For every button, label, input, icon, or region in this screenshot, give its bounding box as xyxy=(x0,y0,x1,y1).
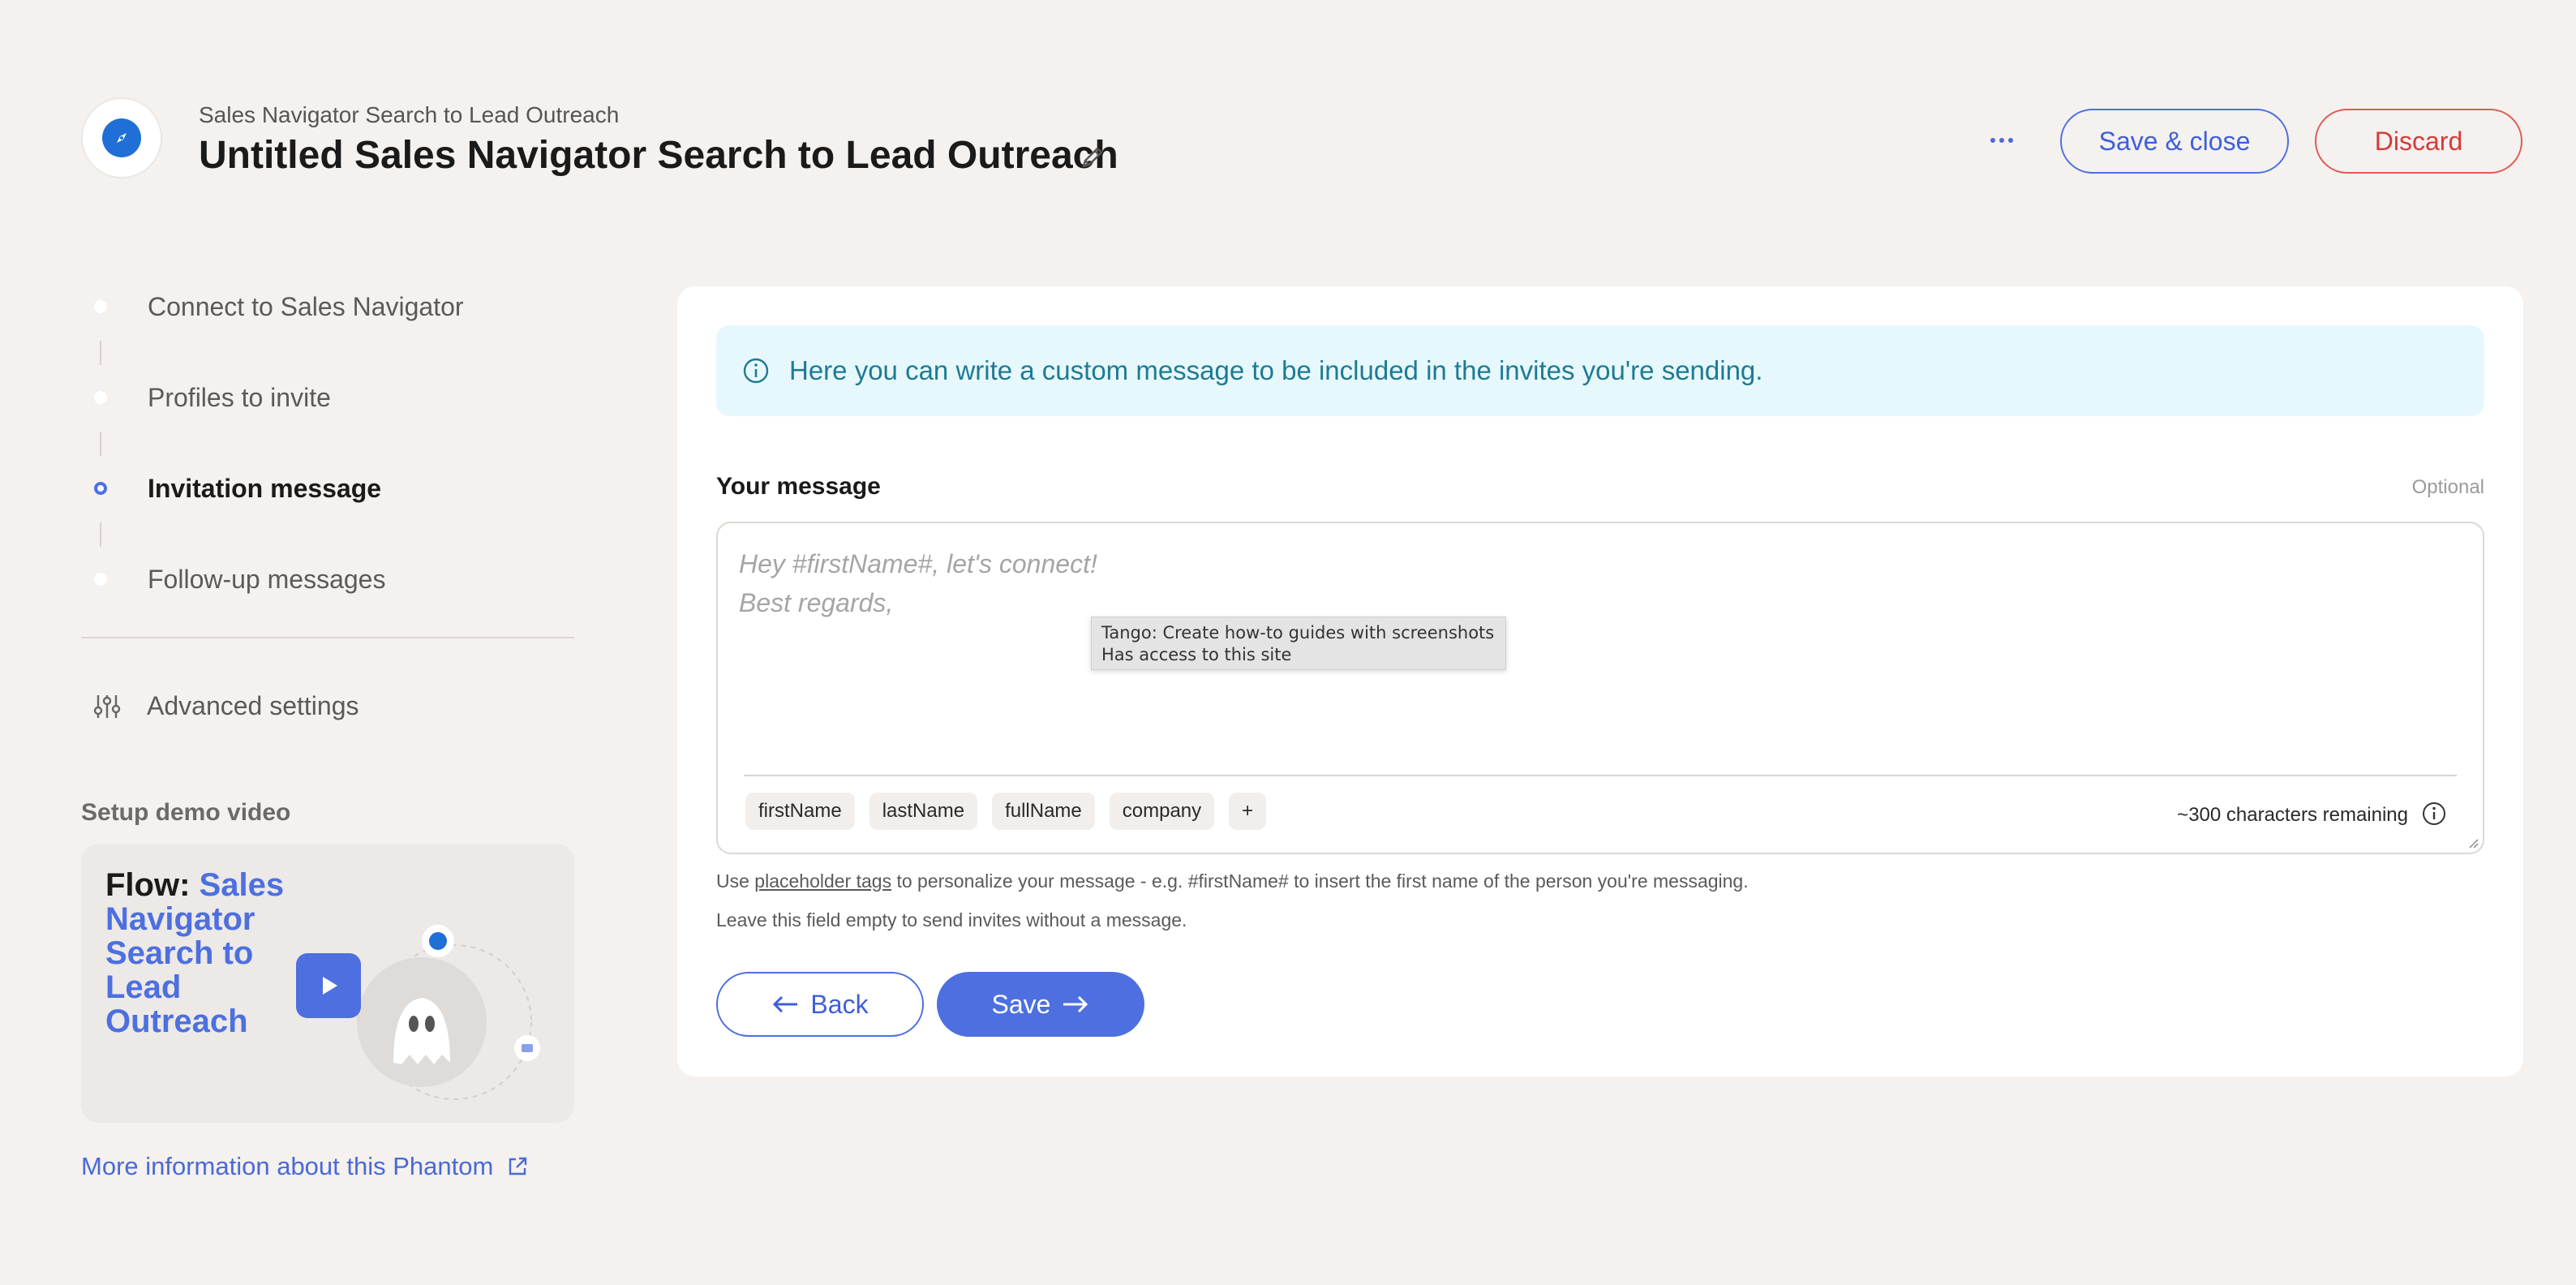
step-dot xyxy=(94,300,107,313)
tag-lastname[interactable]: lastName xyxy=(869,793,978,830)
extension-tooltip: Tango: Create how-to guides with screens… xyxy=(1091,617,1506,670)
step-label: Invitation message xyxy=(148,473,382,503)
step-label: Follow-up messages xyxy=(148,564,386,594)
sliders-icon xyxy=(93,694,121,718)
step-dot xyxy=(94,391,107,404)
tag-company[interactable]: company xyxy=(1109,793,1215,830)
external-link-icon xyxy=(509,1157,527,1175)
demo-video-card[interactable]: Flow: Sales Navigator Search to Lead Out… xyxy=(81,844,574,1123)
more-info-link[interactable]: More information about this Phantom xyxy=(81,1152,529,1181)
save-close-button[interactable]: Save & close xyxy=(2060,109,2289,174)
arrow-right-icon xyxy=(1063,995,1088,1013)
save-label: Save xyxy=(991,989,1051,1019)
arrow-left-icon xyxy=(773,995,798,1013)
optional-label: Optional xyxy=(2411,476,2484,498)
help-text: Use placeholder tags to personalize your… xyxy=(716,870,1749,892)
more-dot xyxy=(1999,138,2004,143)
compass-icon xyxy=(102,118,141,157)
step-connector xyxy=(100,522,101,547)
more-dot xyxy=(2008,138,2013,143)
step-label: Connect to Sales Navigator xyxy=(148,291,464,321)
page-subtitle: Sales Navigator Search to Lead Outreach xyxy=(199,102,620,127)
back-label: Back xyxy=(810,989,869,1019)
ghost-illustration xyxy=(357,925,540,1100)
advanced-settings-link[interactable]: Advanced settings xyxy=(93,691,359,721)
placeholder-tags: firstName lastName fullName company + xyxy=(745,793,1267,830)
step-connector xyxy=(100,341,101,365)
tag-firstname[interactable]: firstName xyxy=(745,793,855,830)
info-icon xyxy=(743,358,769,384)
play-icon xyxy=(323,977,337,995)
demo-video-text: Flow: Sales Navigator Search to Lead Out… xyxy=(105,868,316,1038)
back-button[interactable]: Back xyxy=(716,972,924,1037)
play-button[interactable] xyxy=(296,953,361,1018)
message-field-label: Your message xyxy=(716,473,881,500)
page: Sales Navigator Search to Lead Outreach … xyxy=(0,0,2576,1285)
info-banner: Here you can write a custom message to b… xyxy=(716,325,2484,416)
step-connector xyxy=(100,432,101,456)
tooltip-line2: Has access to this site xyxy=(1101,645,1292,664)
sidebar-divider xyxy=(81,637,574,638)
info-icon[interactable] xyxy=(2421,801,2447,827)
save-button[interactable]: Save xyxy=(937,972,1144,1037)
textarea-divider xyxy=(744,775,2457,776)
placeholder-tags-link[interactable]: placeholder tags xyxy=(754,870,891,892)
info-banner-text: Here you can write a custom message to b… xyxy=(789,355,1763,385)
resize-grip-icon[interactable] xyxy=(2467,836,2479,849)
chars-remaining: ~300 characters remaining xyxy=(2177,804,2408,826)
help-prefix: Use xyxy=(716,870,755,892)
page-title: Untitled Sales Navigator Search to Lead … xyxy=(199,134,1118,177)
tag-fullname[interactable]: fullName xyxy=(992,793,1095,830)
more-options-button[interactable] xyxy=(1979,122,2024,159)
step-label: Profiles to invite xyxy=(148,382,331,412)
step-dot-active xyxy=(94,482,107,495)
invitation-message-card: Here you can write a custom message to b… xyxy=(677,286,2523,1077)
discard-button[interactable]: Discard xyxy=(2315,109,2522,174)
help-text-secondary: Leave this field empty to send invites w… xyxy=(716,909,1187,930)
message-textarea[interactable]: Hey #firstName#, let's connect! Best reg… xyxy=(716,522,2484,854)
message-placeholder: Hey #firstName#, let's connect! Best reg… xyxy=(739,549,1097,617)
advanced-settings-label: Advanced settings xyxy=(147,691,359,720)
demo-prefix: Flow: xyxy=(105,867,191,903)
phantom-logo xyxy=(81,97,162,178)
demo-video-title: Setup demo video xyxy=(81,799,291,826)
help-suffix: to personalize your message - e.g. #firs… xyxy=(891,870,1749,892)
pencil-icon[interactable] xyxy=(1077,142,1108,173)
add-tag-button[interactable]: + xyxy=(1229,793,1267,830)
tooltip-line1: Tango: Create how-to guides with screens… xyxy=(1101,623,1495,642)
step-dot xyxy=(94,573,107,586)
more-info-label: More information about this Phantom xyxy=(81,1152,494,1180)
more-dots-icon xyxy=(1990,138,1995,143)
